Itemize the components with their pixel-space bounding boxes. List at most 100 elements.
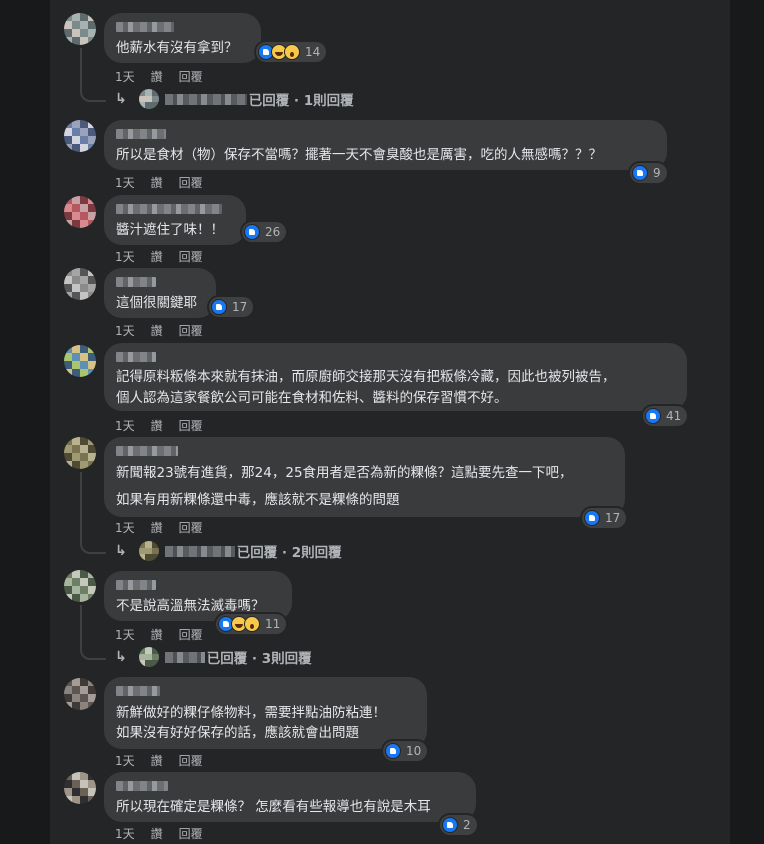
comment-text: 他薪水有沒有拿到？ bbox=[116, 40, 238, 56]
commenter-name-redacted[interactable] bbox=[116, 22, 174, 32]
like-button[interactable]: 讚 bbox=[151, 754, 163, 768]
view-replies-link[interactable]: ↳ 已回覆 · 1則回覆 bbox=[115, 89, 354, 109]
avatar[interactable] bbox=[64, 196, 96, 228]
view-replies-link[interactable]: ↳ 已回覆 · 3則回覆 bbox=[115, 647, 312, 667]
reply-button[interactable]: 回覆 bbox=[179, 250, 203, 264]
commenter-name-redacted[interactable] bbox=[116, 129, 166, 139]
reaction-summary[interactable]: 2 bbox=[440, 815, 477, 835]
reply-arrow-icon: ↳ bbox=[115, 91, 127, 107]
avatar[interactable] bbox=[64, 13, 96, 45]
reply-arrow-icon: ↳ bbox=[115, 543, 127, 559]
wow-icon bbox=[244, 616, 260, 632]
comment-bubble: 記得原料粄條本來就有抹油，而原廚師交接那天沒有把粄條冷藏，因此也被列被告， 個人… bbox=[104, 343, 687, 411]
avatar[interactable] bbox=[64, 772, 96, 804]
avatar[interactable] bbox=[64, 437, 96, 469]
reaction-count: 14 bbox=[305, 45, 321, 59]
reaction-summary[interactable]: 10 bbox=[383, 741, 428, 761]
thread-line bbox=[80, 472, 82, 540]
avatar[interactable] bbox=[64, 345, 96, 377]
reply-button[interactable]: 回覆 bbox=[179, 628, 203, 642]
like-button[interactable]: 讚 bbox=[151, 521, 163, 535]
reply-button[interactable]: 回覆 bbox=[179, 827, 203, 841]
timestamp-link[interactable]: 1天 bbox=[115, 176, 135, 190]
commenter-name-redacted[interactable] bbox=[116, 352, 156, 362]
like-button[interactable]: 讚 bbox=[151, 628, 163, 642]
comment-bubble: 他薪水有沒有拿到？ bbox=[104, 13, 261, 63]
avatar[interactable] bbox=[64, 570, 96, 602]
replier-name-redacted bbox=[164, 93, 247, 105]
reaction-summary[interactable]: 14 bbox=[256, 42, 327, 62]
reaction-count: 10 bbox=[406, 744, 422, 758]
reaction-summary[interactable]: 26 bbox=[242, 222, 287, 242]
timestamp-link[interactable]: 1天 bbox=[115, 70, 135, 84]
comment-actions: 1天 讚 回覆 bbox=[115, 519, 203, 536]
comment-bubble: 醬汁遮住了味！！ bbox=[104, 195, 246, 245]
timestamp-link[interactable]: 1天 bbox=[115, 628, 135, 642]
reaction-summary[interactable]: 17 bbox=[209, 297, 254, 317]
comment-bubble: 所以現在確定是粿條？ 怎麼看有些報導也有說是木耳 bbox=[104, 772, 476, 822]
reply-button[interactable]: 回覆 bbox=[179, 176, 203, 190]
like-icon bbox=[584, 510, 600, 526]
like-button[interactable]: 讚 bbox=[151, 827, 163, 841]
reaction-summary[interactable]: 17 bbox=[582, 508, 627, 528]
comment-text: 個人認為這家餐飲公司可能在食材和佐料、醬料的保存習慣不好。 bbox=[116, 390, 508, 406]
thread-line bbox=[80, 48, 82, 88]
timestamp-link[interactable]: 1天 bbox=[115, 324, 135, 338]
comment-bubble: 這個很關鍵耶 bbox=[104, 268, 216, 318]
timestamp-link[interactable]: 1天 bbox=[115, 521, 135, 535]
commenter-name-redacted[interactable] bbox=[116, 204, 222, 214]
thread-line bbox=[80, 605, 82, 646]
commenter-name-redacted[interactable] bbox=[116, 781, 168, 791]
comment-bubble: 所以是食材（物）保存不當嗎？擺著一天不會臭酸也是厲害，吃的人無感嗎？？？ bbox=[104, 120, 667, 170]
like-button[interactable]: 讚 bbox=[151, 70, 163, 84]
replier-name-redacted bbox=[164, 651, 205, 663]
comment-text: 醬汁遮住了味！！ bbox=[116, 222, 224, 238]
avatar[interactable] bbox=[64, 678, 96, 710]
timestamp-link[interactable]: 1天 bbox=[115, 419, 135, 433]
like-icon bbox=[244, 224, 260, 240]
like-icon bbox=[211, 299, 227, 315]
comment-actions: 1天 讚 回覆 bbox=[115, 752, 203, 769]
reaction-count: 9 bbox=[653, 166, 661, 180]
comment-text: 記得原料粄條本來就有抹油，而原廚師交接那天沒有把粄條冷藏，因此也被列被告， bbox=[116, 369, 616, 385]
avatar[interactable] bbox=[64, 120, 96, 152]
replier-avatar bbox=[138, 541, 159, 561]
wow-icon bbox=[284, 44, 300, 60]
reaction-summary[interactable]: 41 bbox=[643, 406, 688, 426]
reaction-summary[interactable]: 11 bbox=[216, 614, 287, 634]
reaction-summary[interactable]: 9 bbox=[630, 163, 667, 183]
comment-actions: 1天 讚 回覆 bbox=[115, 68, 203, 85]
reply-button[interactable]: 回覆 bbox=[179, 754, 203, 768]
like-icon bbox=[632, 165, 648, 181]
reply-button[interactable]: 回覆 bbox=[179, 419, 203, 433]
avatar[interactable] bbox=[64, 268, 96, 300]
reply-button[interactable]: 回覆 bbox=[179, 70, 203, 84]
timestamp-link[interactable]: 1天 bbox=[115, 754, 135, 768]
view-replies-link[interactable]: ↳ 已回覆 · 2則回覆 bbox=[115, 541, 342, 561]
like-button[interactable]: 讚 bbox=[151, 250, 163, 264]
like-icon bbox=[385, 743, 401, 759]
like-button[interactable]: 讚 bbox=[151, 324, 163, 338]
reply-button[interactable]: 回覆 bbox=[179, 324, 203, 338]
commenter-name-redacted[interactable] bbox=[116, 277, 156, 287]
like-icon bbox=[442, 817, 458, 833]
commenter-name-redacted[interactable] bbox=[116, 580, 156, 590]
reaction-count: 2 bbox=[463, 818, 471, 832]
replier-name-redacted bbox=[164, 545, 235, 557]
like-button[interactable]: 讚 bbox=[151, 419, 163, 433]
comment-text: 所以現在確定是粿條？ 怎麼看有些報導也有說是木耳 bbox=[116, 799, 431, 815]
reply-button[interactable]: 回覆 bbox=[179, 521, 203, 535]
comment-actions: 1天 讚 回覆 bbox=[115, 322, 203, 339]
comment-actions: 1天 讚 回覆 bbox=[115, 825, 203, 842]
comment-text: 所以是食材（物）保存不當嗎？擺著一天不會臭酸也是厲害，吃的人無感嗎？？？ bbox=[116, 147, 602, 163]
reply-summary: 已回覆 · 1則回覆 bbox=[248, 93, 354, 109]
like-button[interactable]: 讚 bbox=[151, 176, 163, 190]
timestamp-link[interactable]: 1天 bbox=[115, 827, 135, 841]
timestamp-link[interactable]: 1天 bbox=[115, 250, 135, 264]
commenter-name-redacted[interactable] bbox=[116, 446, 178, 456]
comment-text: 如果有用新粿條還中毒，應該就不是粿條的問題 bbox=[116, 492, 400, 508]
commenter-name-redacted[interactable] bbox=[116, 686, 160, 696]
comment-text: 不是說高溫無法滅毒嗎？ bbox=[116, 598, 265, 614]
replier-avatar bbox=[138, 647, 159, 667]
reply-summary: 已回覆 · 2則回覆 bbox=[236, 545, 342, 561]
